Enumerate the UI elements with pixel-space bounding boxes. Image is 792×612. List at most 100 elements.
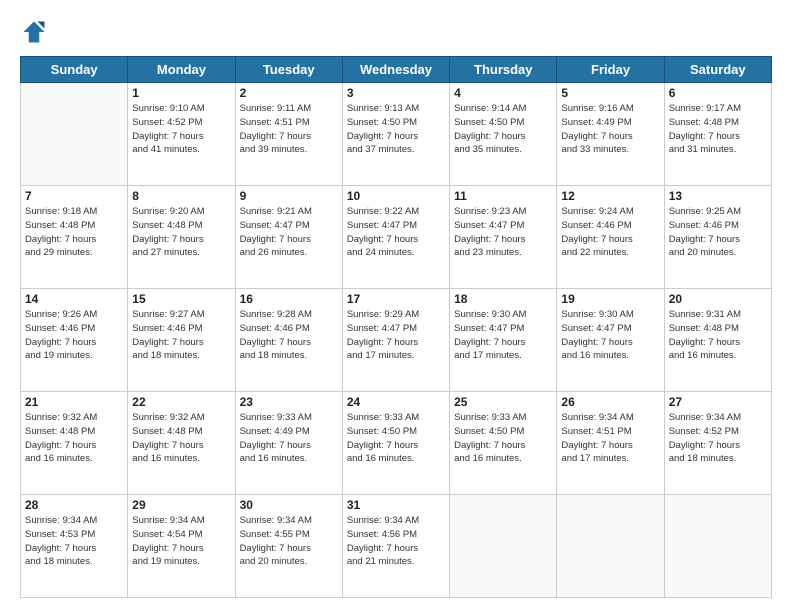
- calendar-cell: 11 Sunrise: 9:23 AM Sunset: 4:47 PM Dayli…: [450, 186, 557, 289]
- calendar-cell: [450, 495, 557, 598]
- logo-icon: [20, 18, 48, 46]
- day-info: Sunrise: 9:21 AM Sunset: 4:47 PM Dayligh…: [240, 205, 338, 260]
- calendar-cell: [21, 83, 128, 186]
- calendar-cell: 27 Sunrise: 9:34 AM Sunset: 4:52 PM Dayli…: [664, 392, 771, 495]
- calendar-cell: [664, 495, 771, 598]
- day-info: Sunrise: 9:33 AM Sunset: 4:50 PM Dayligh…: [347, 411, 445, 466]
- day-header-thursday: Thursday: [450, 57, 557, 83]
- day-info: Sunrise: 9:17 AM Sunset: 4:48 PM Dayligh…: [669, 102, 767, 157]
- day-number: 30: [240, 498, 338, 512]
- calendar-cell: 7 Sunrise: 9:18 AM Sunset: 4:48 PM Daylig…: [21, 186, 128, 289]
- calendar-cell: 22 Sunrise: 9:32 AM Sunset: 4:48 PM Dayli…: [128, 392, 235, 495]
- day-info: Sunrise: 9:34 AM Sunset: 4:54 PM Dayligh…: [132, 514, 230, 569]
- day-number: 25: [454, 395, 552, 409]
- day-header-tuesday: Tuesday: [235, 57, 342, 83]
- calendar-cell: 23 Sunrise: 9:33 AM Sunset: 4:49 PM Dayli…: [235, 392, 342, 495]
- day-info: Sunrise: 9:34 AM Sunset: 4:55 PM Dayligh…: [240, 514, 338, 569]
- day-info: Sunrise: 9:32 AM Sunset: 4:48 PM Dayligh…: [25, 411, 123, 466]
- day-number: 10: [347, 189, 445, 203]
- day-info: Sunrise: 9:14 AM Sunset: 4:50 PM Dayligh…: [454, 102, 552, 157]
- header: [20, 18, 772, 46]
- day-number: 31: [347, 498, 445, 512]
- calendar-cell: 24 Sunrise: 9:33 AM Sunset: 4:50 PM Dayli…: [342, 392, 449, 495]
- calendar-cell: 18 Sunrise: 9:30 AM Sunset: 4:47 PM Dayli…: [450, 289, 557, 392]
- calendar-cell: 31 Sunrise: 9:34 AM Sunset: 4:56 PM Dayli…: [342, 495, 449, 598]
- calendar-cell: 30 Sunrise: 9:34 AM Sunset: 4:55 PM Dayli…: [235, 495, 342, 598]
- day-number: 24: [347, 395, 445, 409]
- calendar-cell: 21 Sunrise: 9:32 AM Sunset: 4:48 PM Dayli…: [21, 392, 128, 495]
- day-header-wednesday: Wednesday: [342, 57, 449, 83]
- calendar-cell: 26Sunrise: 9:34 AM Sunset: 4:51 PM Dayli…: [557, 392, 664, 495]
- day-number: 16: [240, 292, 338, 306]
- day-number: 2: [240, 86, 338, 100]
- page: SundayMondayTuesdayWednesdayThursdayFrid…: [0, 0, 792, 612]
- day-info: Sunrise: 9:25 AM Sunset: 4:46 PM Dayligh…: [669, 205, 767, 260]
- day-info: Sunrise: 9:28 AM Sunset: 4:46 PM Dayligh…: [240, 308, 338, 363]
- calendar-cell: 12 Sunrise: 9:24 AM Sunset: 4:46 PM Dayli…: [557, 186, 664, 289]
- day-number: 29: [132, 498, 230, 512]
- calendar-cell: 20 Sunrise: 9:31 AM Sunset: 4:48 PM Dayli…: [664, 289, 771, 392]
- logo: [20, 18, 52, 46]
- day-number: 12: [561, 189, 659, 203]
- day-number: 13: [669, 189, 767, 203]
- day-header-sunday: Sunday: [21, 57, 128, 83]
- day-info: Sunrise: 9:24 AM Sunset: 4:46 PM Dayligh…: [561, 205, 659, 260]
- day-info: Sunrise: 9:34 AM Sunset: 4:53 PM Dayligh…: [25, 514, 123, 569]
- calendar-cell: 16 Sunrise: 9:28 AM Sunset: 4:46 PM Dayli…: [235, 289, 342, 392]
- day-header-friday: Friday: [557, 57, 664, 83]
- calendar-cell: 8 Sunrise: 9:20 AM Sunset: 4:48 PM Daylig…: [128, 186, 235, 289]
- day-info: Sunrise: 9:27 AM Sunset: 4:46 PM Dayligh…: [132, 308, 230, 363]
- day-info: Sunrise: 9:23 AM Sunset: 4:47 PM Dayligh…: [454, 205, 552, 260]
- calendar-cell: 15 Sunrise: 9:27 AM Sunset: 4:46 PM Dayli…: [128, 289, 235, 392]
- calendar-cell: 2Sunrise: 9:11 AM Sunset: 4:51 PM Daylig…: [235, 83, 342, 186]
- day-number: 20: [669, 292, 767, 306]
- calendar-cell: 4 Sunrise: 9:14 AM Sunset: 4:50 PM Daylig…: [450, 83, 557, 186]
- day-number: 9: [240, 189, 338, 203]
- day-number: 21: [25, 395, 123, 409]
- day-header-monday: Monday: [128, 57, 235, 83]
- day-info: Sunrise: 9:32 AM Sunset: 4:48 PM Dayligh…: [132, 411, 230, 466]
- calendar-cell: 5 Sunrise: 9:16 AM Sunset: 4:49 PM Daylig…: [557, 83, 664, 186]
- day-info: Sunrise: 9:31 AM Sunset: 4:48 PM Dayligh…: [669, 308, 767, 363]
- day-info: Sunrise: 9:22 AM Sunset: 4:47 PM Dayligh…: [347, 205, 445, 260]
- day-number: 26: [561, 395, 659, 409]
- day-number: 22: [132, 395, 230, 409]
- calendar-cell: 14 Sunrise: 9:26 AM Sunset: 4:46 PM Dayli…: [21, 289, 128, 392]
- calendar-cell: 25Sunrise: 9:33 AM Sunset: 4:50 PM Dayli…: [450, 392, 557, 495]
- day-info: Sunrise: 9:30 AM Sunset: 4:47 PM Dayligh…: [454, 308, 552, 363]
- day-number: 17: [347, 292, 445, 306]
- day-number: 11: [454, 189, 552, 203]
- day-info: Sunrise: 9:33 AM Sunset: 4:49 PM Dayligh…: [240, 411, 338, 466]
- day-info: Sunrise: 9:13 AM Sunset: 4:50 PM Dayligh…: [347, 102, 445, 157]
- day-number: 27: [669, 395, 767, 409]
- day-info: Sunrise: 9:20 AM Sunset: 4:48 PM Dayligh…: [132, 205, 230, 260]
- day-info: Sunrise: 9:34 AM Sunset: 4:56 PM Dayligh…: [347, 514, 445, 569]
- calendar-cell: 6 Sunrise: 9:17 AM Sunset: 4:48 PM Daylig…: [664, 83, 771, 186]
- calendar-header-row: SundayMondayTuesdayWednesdayThursdayFrid…: [21, 57, 772, 83]
- calendar-cell: 13 Sunrise: 9:25 AM Sunset: 4:46 PM Dayli…: [664, 186, 771, 289]
- calendar-row: 28Sunrise: 9:34 AM Sunset: 4:53 PM Dayli…: [21, 495, 772, 598]
- day-number: 5: [561, 86, 659, 100]
- day-number: 8: [132, 189, 230, 203]
- day-number: 7: [25, 189, 123, 203]
- day-number: 3: [347, 86, 445, 100]
- calendar-cell: [557, 495, 664, 598]
- calendar-cell: 3 Sunrise: 9:13 AM Sunset: 4:50 PM Daylig…: [342, 83, 449, 186]
- day-info: Sunrise: 9:34 AM Sunset: 4:52 PM Dayligh…: [669, 411, 767, 466]
- day-number: 6: [669, 86, 767, 100]
- calendar-cell: 17Sunrise: 9:29 AM Sunset: 4:47 PM Dayli…: [342, 289, 449, 392]
- day-number: 14: [25, 292, 123, 306]
- day-info: Sunrise: 9:30 AM Sunset: 4:47 PM Dayligh…: [561, 308, 659, 363]
- day-info: Sunrise: 9:16 AM Sunset: 4:49 PM Dayligh…: [561, 102, 659, 157]
- calendar-cell: 19Sunrise: 9:30 AM Sunset: 4:47 PM Dayli…: [557, 289, 664, 392]
- calendar-row: 14 Sunrise: 9:26 AM Sunset: 4:46 PM Dayli…: [21, 289, 772, 392]
- day-info: Sunrise: 9:26 AM Sunset: 4:46 PM Dayligh…: [25, 308, 123, 363]
- day-number: 23: [240, 395, 338, 409]
- day-number: 15: [132, 292, 230, 306]
- day-number: 18: [454, 292, 552, 306]
- day-info: Sunrise: 9:18 AM Sunset: 4:48 PM Dayligh…: [25, 205, 123, 260]
- calendar-row: 1Sunrise: 9:10 AM Sunset: 4:52 PM Daylig…: [21, 83, 772, 186]
- day-number: 4: [454, 86, 552, 100]
- calendar: SundayMondayTuesdayWednesdayThursdayFrid…: [20, 56, 772, 598]
- calendar-cell: 1Sunrise: 9:10 AM Sunset: 4:52 PM Daylig…: [128, 83, 235, 186]
